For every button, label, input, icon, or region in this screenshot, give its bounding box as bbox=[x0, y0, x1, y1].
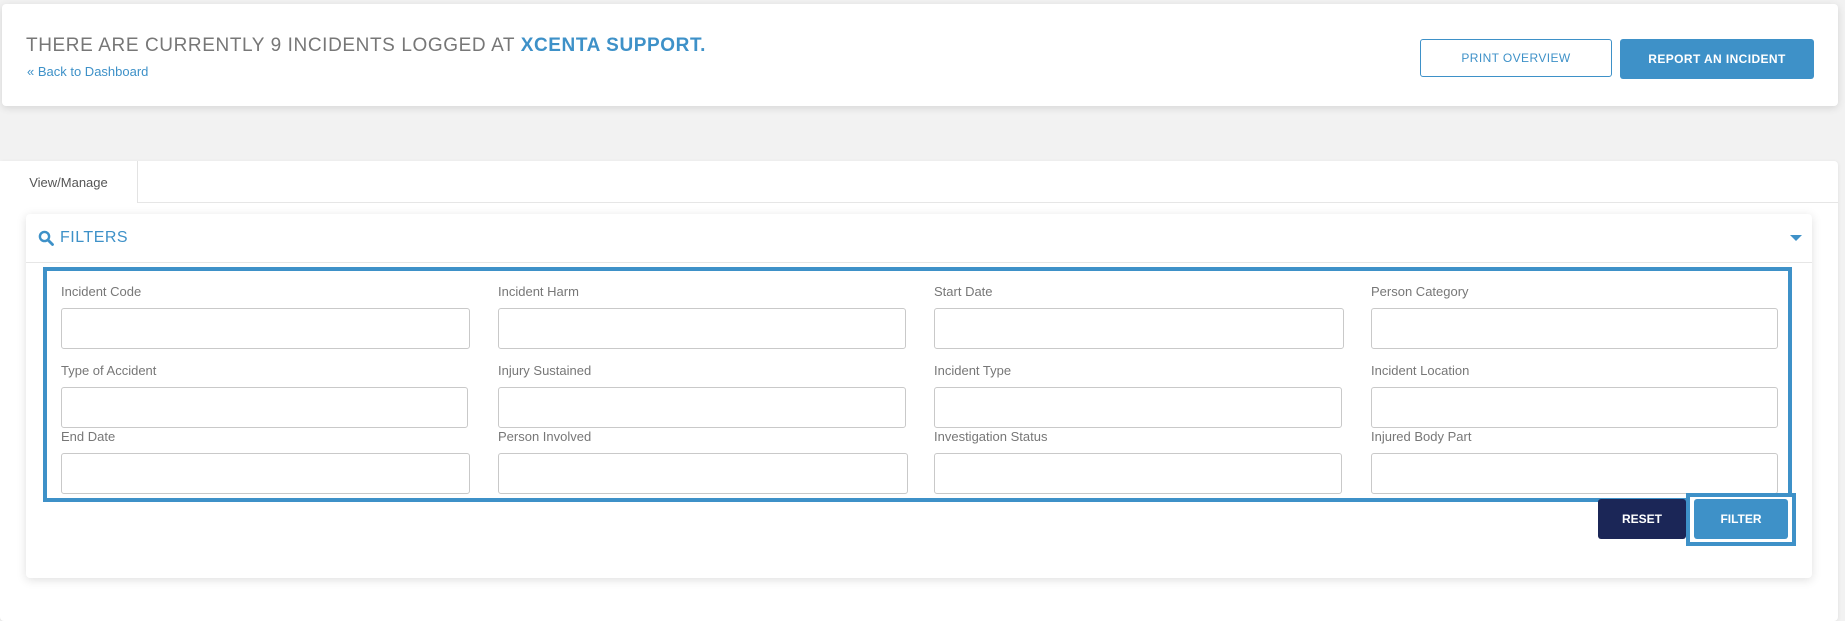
filters-header[interactable]: FILTERS bbox=[26, 214, 1812, 263]
main-card: View/Manage FILTERS Incident Code Incide… bbox=[0, 161, 1838, 621]
reset-button[interactable]: RESET bbox=[1598, 499, 1686, 539]
back-to-dashboard-link[interactable]: « Back to Dashboard bbox=[27, 64, 148, 79]
injury-sustained-field[interactable] bbox=[498, 387, 906, 428]
tab-divider bbox=[138, 202, 1838, 203]
incident-harm-label: Incident Harm bbox=[498, 284, 579, 299]
filters-title: FILTERS bbox=[60, 229, 129, 246]
end-date-field[interactable] bbox=[61, 453, 470, 494]
incident-code-field[interactable] bbox=[61, 308, 470, 349]
start-date-field[interactable] bbox=[934, 308, 1344, 349]
search-icon bbox=[38, 230, 54, 251]
header-card: THERE ARE CURRENTLY 9 INCIDENTS LOGGED A… bbox=[2, 4, 1838, 106]
page-title: THERE ARE CURRENTLY 9 INCIDENTS LOGGED A… bbox=[26, 35, 706, 57]
chevron-down-icon[interactable] bbox=[1790, 235, 1802, 241]
org-name: XCENTA SUPPORT. bbox=[520, 35, 706, 56]
incident-location-field[interactable] bbox=[1371, 387, 1778, 428]
incident-harm-field[interactable] bbox=[498, 308, 906, 349]
type-of-accident-field[interactable] bbox=[61, 387, 468, 428]
person-category-field[interactable] bbox=[1371, 308, 1778, 349]
person-involved-label: Person Involved bbox=[498, 429, 592, 444]
injured-body-part-field[interactable] bbox=[1371, 453, 1778, 494]
incident-location-label: Incident Location bbox=[1371, 363, 1470, 378]
injury-sustained-label: Injury Sustained bbox=[498, 363, 592, 378]
incident-count-text: THERE ARE CURRENTLY 9 INCIDENTS LOGGED A… bbox=[26, 35, 515, 56]
injured-body-part-label: Injured Body Part bbox=[1371, 429, 1472, 444]
investigation-status-label: Investigation Status bbox=[934, 429, 1048, 444]
type-of-accident-label: Type of Accident bbox=[61, 363, 157, 378]
incident-code-label: Incident Code bbox=[61, 284, 142, 299]
filter-button[interactable]: FILTER bbox=[1694, 499, 1788, 539]
person-involved-field[interactable] bbox=[498, 453, 908, 494]
investigation-status-field[interactable] bbox=[934, 453, 1342, 494]
print-overview-button[interactable]: PRINT OVERVIEW bbox=[1420, 39, 1612, 77]
filters-panel: FILTERS Incident Code Incident Harm Star… bbox=[26, 214, 1812, 578]
start-date-label: Start Date bbox=[934, 284, 993, 299]
incident-type-field[interactable] bbox=[934, 387, 1342, 428]
person-category-label: Person Category bbox=[1371, 284, 1469, 299]
end-date-label: End Date bbox=[61, 429, 116, 444]
incident-type-label: Incident Type bbox=[934, 363, 1012, 378]
report-incident-button[interactable]: REPORT AN INCIDENT bbox=[1620, 39, 1814, 79]
tab-view-manage[interactable]: View/Manage bbox=[0, 161, 138, 203]
